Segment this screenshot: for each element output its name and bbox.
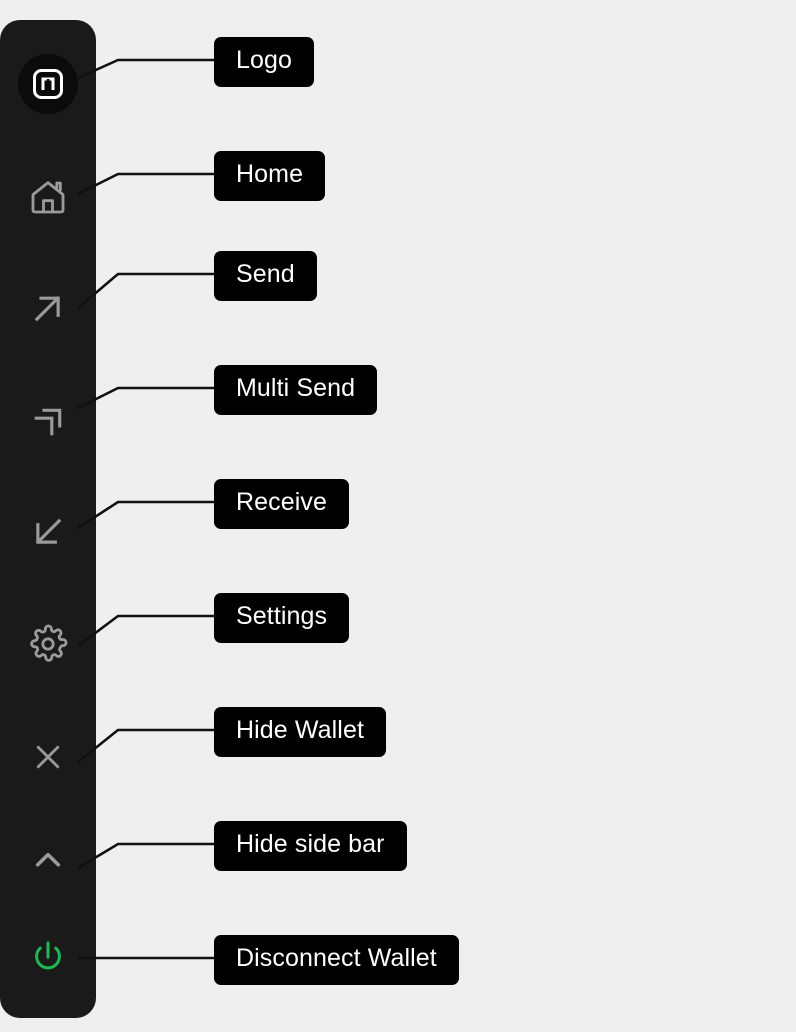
connector-home	[77, 172, 214, 196]
arrow-down-left-icon	[26, 510, 70, 554]
callout-home-label: Home	[236, 160, 304, 188]
callout-receive: Receive	[214, 479, 350, 529]
logo-icon	[26, 62, 70, 106]
callout-multi-send-label: Multi Send	[236, 374, 356, 402]
connector-multi-send	[77, 386, 214, 410]
power-icon	[26, 935, 70, 979]
callout-settings-label: Settings	[236, 602, 328, 630]
callout-send: Send	[214, 251, 317, 301]
callout-logo-label: Logo	[236, 46, 293, 74]
callout-receive-label: Receive	[236, 488, 328, 516]
callout-send-label: Send	[236, 260, 295, 288]
callout-multi-send: Multi Send	[214, 365, 378, 415]
callout-home: Home	[214, 151, 326, 201]
chevron-up-icon	[26, 838, 70, 882]
sidebar-item-hide-wallet[interactable]	[0, 729, 96, 785]
connector-settings	[77, 614, 214, 648]
connector-send	[77, 272, 214, 309]
sidebar-item-settings[interactable]	[0, 616, 96, 672]
callout-hide-wallet-label: Hide Wallet	[236, 716, 364, 744]
sidebar	[0, 20, 96, 1018]
annotated-sidebar-diagram: Logo Home Send Multi Send Receive Settin…	[0, 0, 796, 1032]
sidebar-item-receive[interactable]	[0, 504, 96, 560]
close-x-icon	[26, 735, 70, 779]
callout-settings: Settings	[214, 593, 350, 643]
gear-icon	[26, 622, 70, 666]
callout-logo: Logo	[214, 37, 315, 87]
sidebar-item-home[interactable]	[0, 169, 96, 225]
sidebar-item-send[interactable]	[0, 280, 96, 336]
arrow-up-right-icon	[26, 286, 70, 330]
multi-arrow-icon	[26, 400, 70, 444]
callout-hide-sidebar-label: Hide side bar	[236, 830, 385, 858]
connector-hide-wallet	[77, 728, 214, 764]
callout-connector-lines	[77, 58, 214, 960]
sidebar-item-disconnect-wallet[interactable]	[0, 929, 96, 985]
sidebar-item-hide-sidebar[interactable]	[0, 832, 96, 888]
connector-hide-sidebar	[77, 842, 214, 870]
connector-receive	[77, 500, 214, 530]
sidebar-item-multi-send[interactable]	[0, 394, 96, 450]
callout-disconnect-wallet-label: Disconnect Wallet	[236, 944, 437, 972]
connector-logo	[77, 58, 214, 80]
home-icon	[26, 175, 70, 219]
callout-hide-sidebar: Hide side bar	[214, 821, 407, 871]
sidebar-item-logo[interactable]	[0, 54, 96, 114]
callout-disconnect-wallet: Disconnect Wallet	[214, 935, 459, 985]
callout-hide-wallet: Hide Wallet	[214, 707, 386, 757]
logo-badge	[18, 54, 78, 114]
